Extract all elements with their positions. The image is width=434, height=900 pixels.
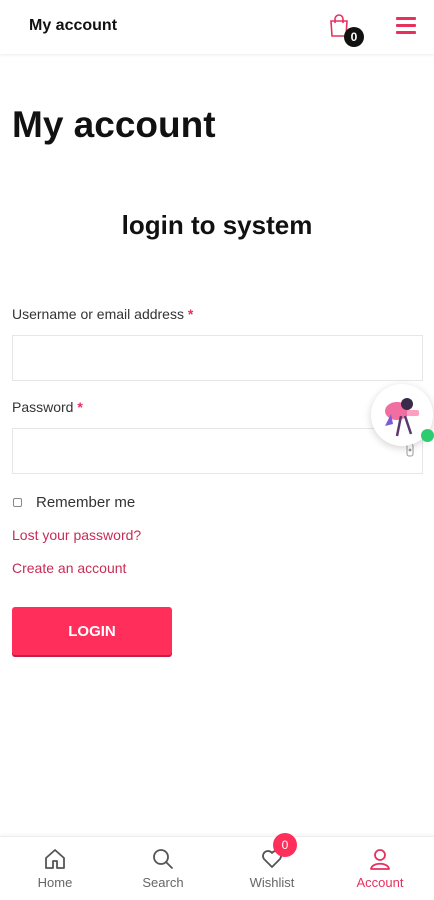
password-label: Password * <box>12 399 83 415</box>
nav-item-wishlist[interactable]: Wishlist <box>218 837 326 900</box>
bottom-navigation: Home Search Wishlist Account <box>0 836 434 900</box>
nav-label: Home <box>37 875 73 890</box>
top-header: My account 0 <box>0 0 434 54</box>
nav-item-home[interactable]: Home <box>1 837 109 900</box>
username-label: Username or email address * <box>12 306 193 322</box>
online-status-dot <box>421 429 434 442</box>
password-label-text: Password <box>12 399 74 415</box>
remember-me-row[interactable]: Remember me <box>12 494 135 511</box>
remember-me-checkbox[interactable] <box>13 498 22 507</box>
create-account-link[interactable]: Create an account <box>12 560 126 576</box>
nav-item-account[interactable]: Account <box>326 837 434 900</box>
header-title: My account <box>29 17 118 34</box>
wishlist-count-badge: 0 <box>273 833 297 857</box>
cart-count-badge: 0 <box>344 27 364 47</box>
menu-bar <box>396 31 416 34</box>
lost-password-link[interactable]: Lost your password? <box>12 527 141 543</box>
required-mark: * <box>77 399 83 415</box>
user-icon <box>370 849 390 870</box>
page-title: My account <box>12 104 216 145</box>
remember-me-label: Remember me <box>36 494 136 511</box>
nav-item-search[interactable]: Search <box>109 837 217 900</box>
nav-label: Wishlist <box>249 875 295 890</box>
menu-bar <box>396 24 416 27</box>
home-icon <box>45 849 65 869</box>
menu-bar <box>396 17 416 20</box>
nav-label: Search <box>142 875 184 890</box>
login-button[interactable]: LOGIN <box>12 607 172 655</box>
password-input[interactable] <box>12 428 423 474</box>
username-input[interactable] <box>12 335 423 381</box>
username-label-text: Username or email address <box>12 306 184 322</box>
search-icon <box>153 849 173 869</box>
required-mark: * <box>187 306 194 322</box>
nav-label: Account <box>356 875 404 890</box>
hamburger-menu-button[interactable] <box>396 17 416 35</box>
login-section-title: login to system <box>121 210 313 240</box>
